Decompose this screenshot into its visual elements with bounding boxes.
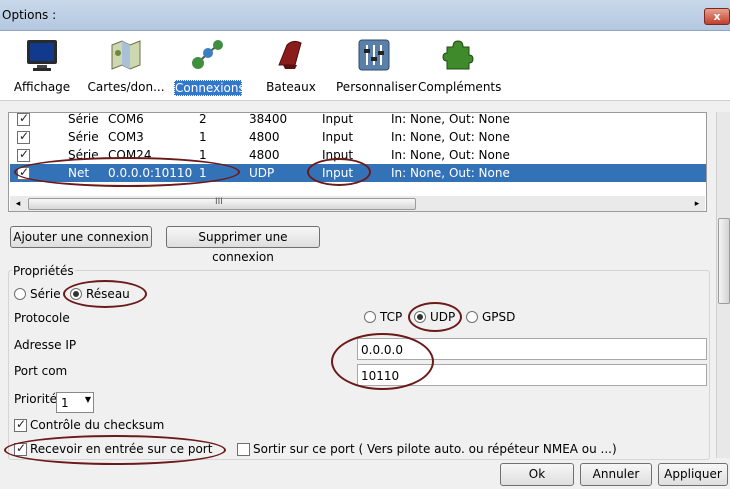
add-connection-button[interactable]: Ajouter une connexion xyxy=(10,226,152,248)
udp-radio[interactable] xyxy=(414,311,426,323)
connection-direction: Input xyxy=(322,148,354,162)
connection-priority: 1 xyxy=(199,130,207,144)
port-com-field[interactable]: 10110 xyxy=(357,364,707,386)
connections-list[interactable]: Série COM6 2 38400 Input In: None, Out: … xyxy=(8,112,707,212)
tool-label: Compléments xyxy=(418,80,502,94)
send-label: Sortir sur ce port ( Vers pilote auto. o… xyxy=(253,442,617,456)
tool-affichage[interactable]: Affichage xyxy=(10,35,74,97)
port-com-label: Port com xyxy=(14,364,68,378)
scroll-right-icon[interactable]: ▸ xyxy=(691,198,703,210)
udp-label: UDP xyxy=(430,310,456,324)
apply-button[interactable]: Appliquer xyxy=(658,463,728,486)
checksum-checkbox[interactable] xyxy=(14,417,27,432)
connection-enabled-checkbox[interactable] xyxy=(17,165,30,180)
chevron-down-icon: ▼ xyxy=(84,395,91,404)
connection-priority: 1 xyxy=(199,166,207,180)
protocole-label: Protocole xyxy=(14,311,70,325)
boat-icon xyxy=(278,40,302,69)
vertical-scroll-thumb[interactable] xyxy=(718,218,730,304)
priority-label: Priorité xyxy=(14,392,57,406)
tool-label: Personnaliser xyxy=(336,80,417,94)
connection-speed: UDP xyxy=(249,166,275,180)
connection-row-selected[interactable]: Net 0.0.0.0:10110 1 UDP Input In: None, … xyxy=(10,164,706,182)
checksum-label: Contrôle du checksum xyxy=(30,418,165,432)
tool-connexions[interactable]: Connexions xyxy=(174,35,245,97)
gpsd-radio[interactable] xyxy=(466,311,478,323)
cancel-button[interactable]: Annuler xyxy=(580,463,652,486)
scroll-grip: III xyxy=(215,197,223,207)
tool-bateaux[interactable]: Bateaux xyxy=(262,35,320,97)
connection-priority: 2 xyxy=(199,112,207,126)
connection-type: Série xyxy=(68,130,99,144)
connection-type: Série xyxy=(68,112,99,126)
connection-port: 0.0.0.0:10110 xyxy=(108,166,193,180)
connection-speed: 4800 xyxy=(249,130,280,144)
connection-direction: Input xyxy=(322,166,354,180)
connection-direction: Input xyxy=(322,112,354,126)
priority-value: 1 xyxy=(61,396,69,410)
connection-enabled-checkbox[interactable] xyxy=(17,129,30,144)
connection-type: Net xyxy=(68,166,90,180)
connection-row[interactable]: Série COM24 1 4800 Input In: None, Out: … xyxy=(10,146,706,164)
tool-label: Cartes/don... xyxy=(87,80,165,94)
receive-checkbox[interactable] xyxy=(14,441,27,456)
ip-address-label: Adresse IP xyxy=(14,338,77,352)
vertical-scrollbar[interactable] xyxy=(716,112,730,458)
connection-enabled-checkbox[interactable] xyxy=(17,113,30,126)
title-bar: Options : x xyxy=(0,0,730,31)
connection-filter: In: None, Out: None xyxy=(391,148,510,162)
receive-label: Recevoir en entrée sur ce port xyxy=(30,442,213,456)
tool-cartes[interactable]: Cartes/don... xyxy=(86,35,166,97)
ip-address-field[interactable]: 0.0.0.0 xyxy=(357,338,707,360)
connection-priority: 1 xyxy=(199,148,207,162)
scroll-left-icon[interactable]: ◂ xyxy=(12,198,24,210)
reseau-label: Réseau xyxy=(86,287,130,301)
horizontal-scroll-thumb[interactable]: III xyxy=(28,197,416,210)
connection-row[interactable]: Série COM6 2 38400 Input In: None, Out: … xyxy=(10,112,706,128)
connection-filter: In: None, Out: None xyxy=(391,166,510,180)
tcp-label: TCP xyxy=(380,310,403,324)
connection-filter: In: None, Out: None xyxy=(391,130,510,144)
properties-title: Propriétés xyxy=(12,264,75,278)
tool-label: Connexions xyxy=(174,80,245,96)
close-button[interactable]: x xyxy=(704,8,730,25)
gpsd-label: GPSD xyxy=(482,310,516,324)
charts-icon xyxy=(111,40,141,70)
priority-select[interactable]: 1 ▼ xyxy=(56,392,94,413)
tool-personnaliser[interactable]: Personnaliser xyxy=(336,35,417,97)
serie-radio[interactable] xyxy=(14,288,26,300)
connection-speed: 38400 xyxy=(249,112,288,126)
tool-complements[interactable]: Compléments xyxy=(418,35,502,97)
window-title: Options : xyxy=(2,8,57,22)
connection-row[interactable]: Série COM3 1 4800 Input In: None, Out: N… xyxy=(10,128,706,146)
connections-icon xyxy=(192,40,223,69)
ok-button[interactable]: Ok xyxy=(500,463,574,486)
connection-type: Série xyxy=(68,148,99,162)
connection-speed: 4800 xyxy=(249,148,280,162)
send-checkbox[interactable] xyxy=(237,443,250,456)
connection-port: COM6 xyxy=(108,112,144,126)
monitor-icon xyxy=(27,40,57,71)
remove-connection-button[interactable]: Supprimer une connexion xyxy=(166,226,320,264)
connection-direction: Input xyxy=(322,130,354,144)
puzzle-icon xyxy=(442,40,474,70)
tool-label: Affichage xyxy=(13,80,71,94)
connection-port: COM24 xyxy=(108,148,152,162)
category-toolbar: Affichage Cartes/don... Connexions Batea… xyxy=(0,31,730,101)
horizontal-scrollbar[interactable]: ◂ III ▸ xyxy=(10,196,705,211)
connection-enabled-checkbox[interactable] xyxy=(17,147,30,162)
sliders-icon xyxy=(358,39,390,71)
serie-label: Série xyxy=(30,287,61,301)
connection-port: COM3 xyxy=(108,130,144,144)
tcp-radio[interactable] xyxy=(364,311,376,323)
reseau-radio[interactable] xyxy=(70,288,82,300)
connection-filter: In: None, Out: None xyxy=(391,112,510,126)
tool-label: Bateaux xyxy=(266,80,316,94)
